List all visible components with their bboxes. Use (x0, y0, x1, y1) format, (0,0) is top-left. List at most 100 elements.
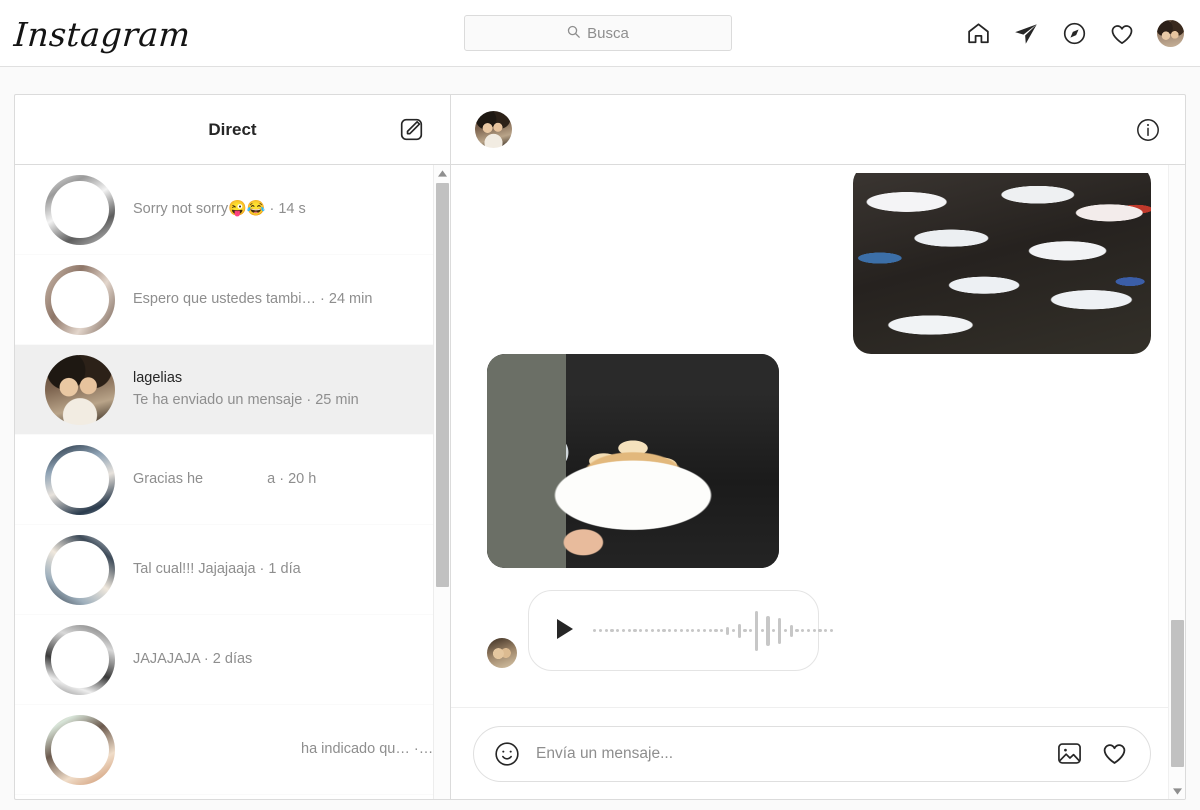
waveform-bar (616, 629, 619, 632)
message-thread[interactable] (451, 165, 1185, 707)
explore-icon[interactable] (1061, 21, 1087, 47)
audio-waveform[interactable] (593, 609, 833, 653)
waveform-bar (599, 629, 602, 632)
list-item[interactable]: Sorry not sorry😜😂 · 14 s (15, 165, 450, 255)
waveform-bar (628, 629, 631, 632)
conversation-list-pane: Direct Sorry not sorry😜😂 · 14 s (15, 95, 451, 799)
waveform-bar (801, 629, 804, 632)
search-input[interactable]: Busca (464, 15, 732, 51)
thread-preview: Espero que ustedes tambi… · 24 min (133, 289, 434, 310)
scrollbar-thumb[interactable] (1171, 620, 1184, 767)
waveform-bar (813, 629, 816, 632)
waveform-bar (622, 629, 625, 632)
waveform-bar (807, 629, 810, 632)
home-icon[interactable] (965, 21, 991, 47)
profile-avatar-image (1157, 20, 1184, 47)
thread-preview-text: ha indicado qu… (301, 741, 410, 757)
parked-airplanes-photo[interactable] (853, 173, 1151, 354)
avatar (45, 265, 115, 335)
waveform-bar (778, 618, 781, 644)
thread-timestamp: 24 min (329, 291, 373, 307)
message-image-bubble[interactable] (853, 165, 1151, 354)
waveform-bar (790, 625, 793, 637)
avatar (45, 535, 115, 605)
thread-username: lagelias (133, 368, 434, 389)
new-message-icon[interactable] (398, 117, 424, 143)
message-image-bubble[interactable] (487, 354, 779, 568)
instagram-logo[interactable]: Instagram (14, 10, 191, 58)
waveform-bar (795, 629, 798, 632)
list-item[interactable]: Espero que ustedes tambi… · 24 min (15, 255, 450, 345)
conversation-list-scrollbar[interactable] (433, 165, 450, 799)
message-composer[interactable] (473, 726, 1151, 782)
thread-text: Tal cual!!! Jajajaaja · 1 día (133, 559, 434, 580)
waveform-bar (726, 627, 729, 635)
scroll-down-arrow-icon[interactable] (1169, 783, 1185, 799)
photo-icon[interactable] (1056, 740, 1083, 767)
direct-header: Direct (15, 95, 450, 165)
search-placeholder: Busca (587, 25, 629, 42)
message-input[interactable] (536, 745, 1040, 763)
thread-preview-text: Gracias he (133, 471, 203, 487)
scroll-up-arrow-icon[interactable] (434, 165, 450, 181)
thread-timestamp: 25 min (315, 392, 359, 408)
waveform-bar (824, 629, 827, 632)
thread-text: Sorry not sorry😜😂 · 14 s (133, 198, 434, 220)
profile-avatar[interactable] (1157, 20, 1184, 47)
composer-actions (1056, 740, 1128, 767)
emoji-smiley-icon[interactable] (494, 741, 520, 767)
thread-preview-text-tail: a (267, 471, 275, 487)
thread-timestamp: 20 h (288, 471, 316, 487)
waveform-bar (738, 624, 741, 638)
waveform-bar (668, 629, 671, 632)
thread-preview: JAJAJAJA · 2 días (133, 649, 434, 670)
waveform-bar (674, 629, 677, 632)
thread-separator: · (306, 392, 311, 408)
waveform-bar (633, 629, 636, 632)
nav-icon-group (965, 0, 1184, 67)
waveform-bar (766, 616, 769, 646)
conversation-list[interactable]: Sorry not sorry😜😂 · 14 s Espero que uste… (15, 165, 450, 799)
heart-icon[interactable] (1101, 740, 1128, 767)
chat-partner-avatar[interactable] (475, 111, 512, 148)
list-item[interactable]: Gracias hea · 20 h (15, 435, 450, 525)
avatar (45, 445, 115, 515)
avatar (45, 715, 115, 785)
voice-message-bubble[interactable] (528, 590, 819, 671)
page-title: Direct (208, 120, 256, 140)
avatar (45, 355, 115, 425)
waveform-bar (720, 629, 723, 632)
list-item[interactable]: JAJAJAJA · 2 días (15, 615, 450, 705)
thread-preview: Gracias hea · 20 h (133, 469, 434, 490)
thread-preview-text: JAJAJAJA (133, 651, 200, 667)
info-icon[interactable] (1135, 117, 1161, 143)
activity-heart-icon[interactable] (1109, 21, 1135, 47)
direct-icon[interactable] (1013, 21, 1039, 47)
waveform-bar (784, 629, 787, 632)
waveform-bar (697, 629, 700, 632)
list-item-lagelias[interactable]: lagelias Te ha enviado un mensaje · 25 m… (15, 345, 450, 435)
waveform-bar (709, 629, 712, 632)
chat-scrollbar[interactable] (1168, 165, 1185, 799)
play-icon[interactable] (555, 618, 575, 643)
waveform-bar (761, 629, 764, 632)
waveform-bar (651, 629, 654, 632)
thread-text: Espero que ustedes tambi… · 24 min (133, 289, 434, 310)
waveform-bar (772, 629, 775, 632)
thread-preview: Sorry not sorry😜😂 · 14 s (133, 198, 434, 220)
waveform-bar (755, 611, 758, 651)
instagram-logo-text: Instagram (13, 15, 192, 54)
chat-header (451, 95, 1185, 165)
scrollbar-thumb[interactable] (436, 183, 449, 587)
waveform-bar (749, 629, 752, 632)
waveform-bar (732, 629, 735, 632)
thread-separator: · (414, 741, 433, 757)
plate-of-pastries-photo[interactable] (487, 354, 779, 568)
thread-preview: Te ha enviado un mensaje · 25 min (133, 390, 434, 411)
search-icon (567, 25, 580, 41)
list-item[interactable]: ha indicado qu… · 2 días (15, 705, 450, 795)
thread-preview-text: Espero que ustedes tambi… (133, 291, 316, 307)
list-item[interactable]: Tal cual!!! Jajajaaja · 1 día (15, 525, 450, 615)
waveform-bar (662, 629, 665, 632)
thread-preview-text: Tal cual!!! Jajajaaja (133, 561, 256, 577)
